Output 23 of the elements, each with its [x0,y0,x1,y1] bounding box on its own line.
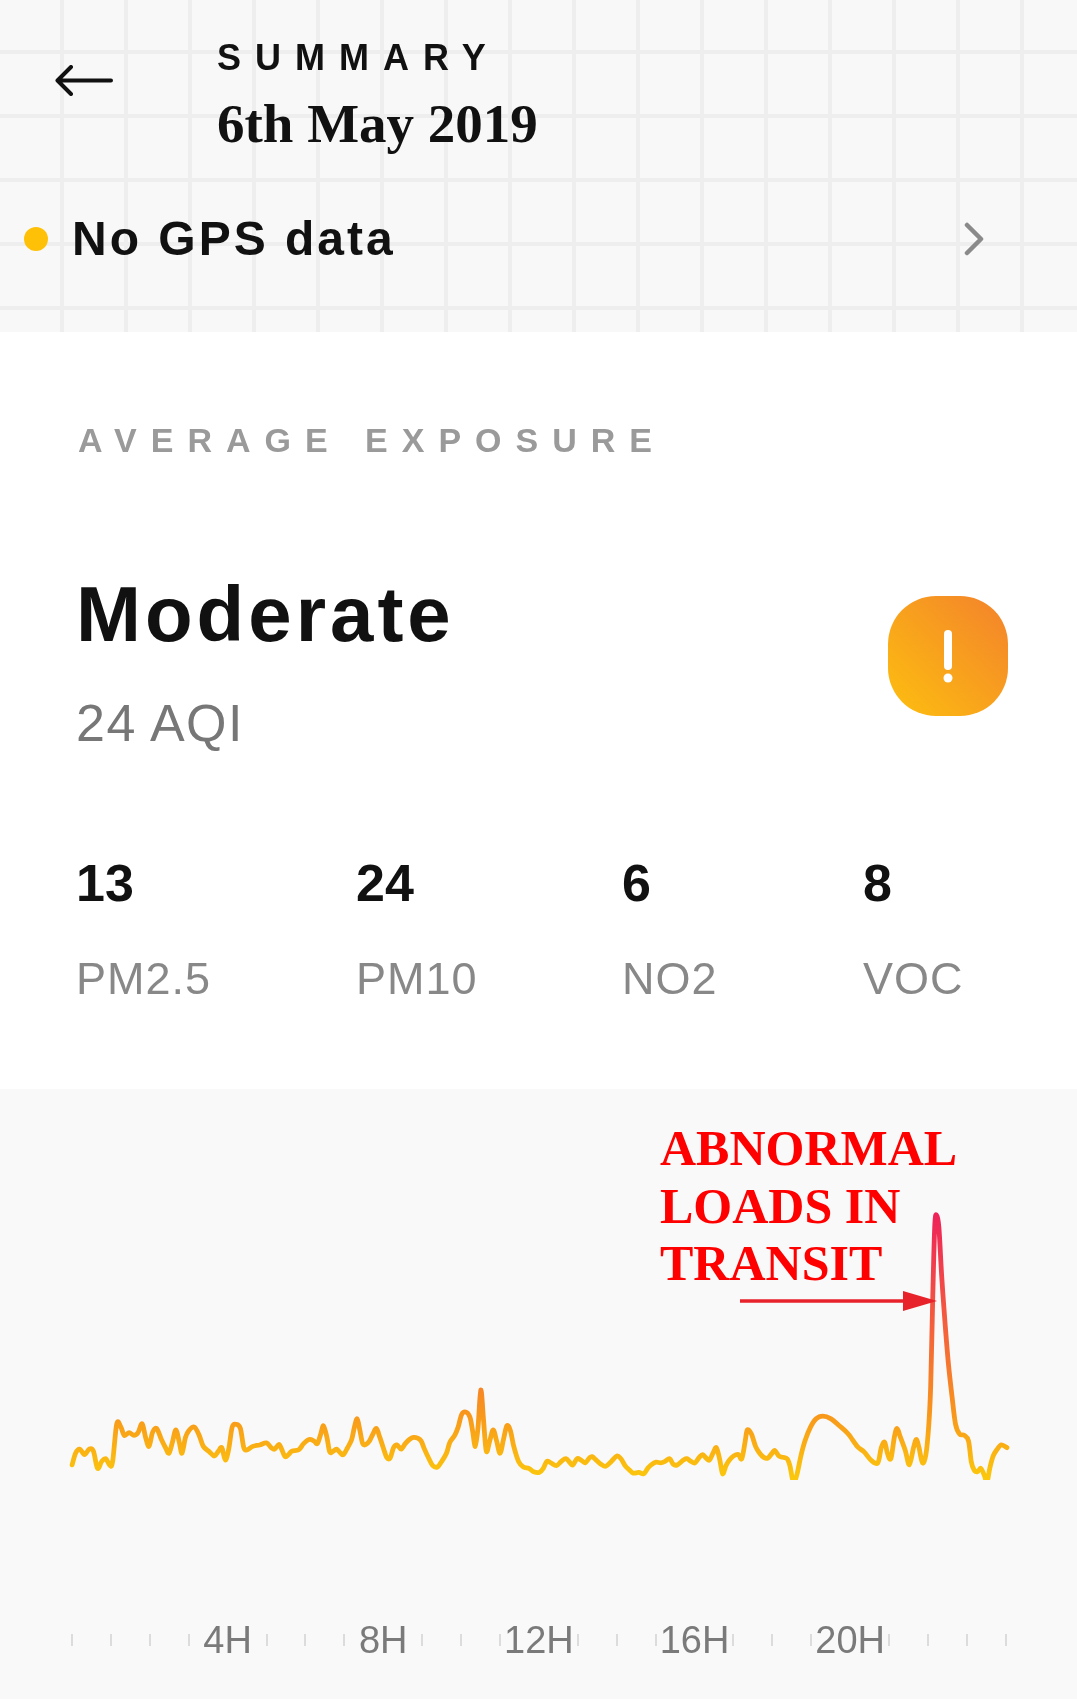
aqi-value: 24 AQI [76,693,245,753]
axis-label: 20H [815,1618,885,1662]
chevron-right-icon[interactable] [964,222,984,256]
pollutant-name: VOC [863,953,964,1005]
pollutant-value: 13 [76,853,134,913]
pollutant-value: 6 [622,853,651,913]
section-heading: AVERAGE EXPOSURE [78,420,666,460]
arrow-left-icon[interactable] [55,65,113,96]
axis-label: 8H [358,1618,408,1662]
axis-label: 12H [504,1618,574,1662]
axis-label: 16H [659,1618,730,1662]
date-heading: 6th May 2019 [217,94,538,154]
axis-label: 4H [203,1618,252,1662]
gps-status-text: No GPS data [72,211,396,267]
pollutant-value: 8 [863,853,892,913]
pollutant-value: 24 [356,853,414,913]
pollutant-name: NO2 [622,953,718,1005]
pollutant-name: PM10 [356,953,478,1005]
page-title: SUMMARY [217,40,501,76]
exposure-rating: Moderate [76,569,455,659]
pollutant-name: PM2.5 [76,953,212,1005]
exclamation-icon [888,596,1008,716]
annotation-text: ABNORMAL LOADS IN TRANSIT [660,1120,956,1293]
